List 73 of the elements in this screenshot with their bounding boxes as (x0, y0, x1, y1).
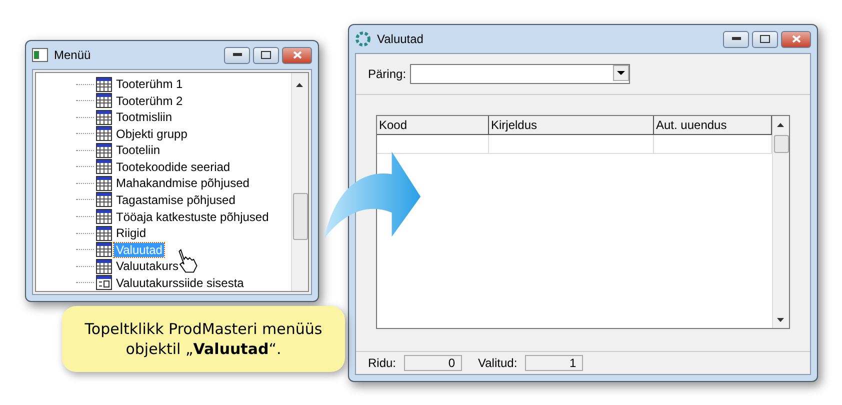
item-label: Valuutakurs (115, 259, 180, 274)
item-label: Valuutakurssiide sisesta (115, 276, 245, 290)
grid-icon (96, 209, 112, 224)
scroll-thumb[interactable] (293, 193, 308, 240)
hand-cursor-icon (176, 248, 200, 274)
minimize-icon (232, 53, 242, 57)
grid-icon (96, 76, 112, 92)
item-label: Objekti grupp (115, 126, 188, 141)
maximize-icon (760, 35, 770, 43)
grid-icon (96, 176, 112, 191)
tree-item[interactable]: Tootekoodide seeriad (76, 158, 232, 176)
dropdown-button[interactable] (613, 65, 630, 81)
grid-icon (96, 93, 112, 108)
grid-icon (96, 110, 112, 125)
item-label: Tooterühm 2 (115, 94, 184, 108)
gear-icon (355, 31, 371, 47)
status-label: Ridu: (368, 356, 396, 370)
query-dropdown[interactable] (410, 64, 630, 84)
tree-item[interactable]: Tooterühm 2 (76, 92, 185, 110)
query-label: Päring: (368, 67, 406, 81)
tree-item[interactable]: Mahakandmise põhjused (76, 175, 252, 192)
tree-item[interactable]: Valuutakurs (76, 258, 180, 274)
tree-item[interactable]: Tootmisliin (76, 109, 174, 126)
maximize-icon (261, 51, 271, 59)
grid-icon (96, 258, 112, 274)
status-label: Valitud: (478, 356, 518, 370)
grid-icon (96, 159, 112, 174)
window-title: Menüü (54, 48, 92, 62)
column-header[interactable]: Kood (377, 116, 489, 134)
caret-icon (617, 71, 626, 75)
item-label: Riigid (115, 226, 148, 240)
grid-icon (96, 192, 112, 208)
status-value: 1 (525, 355, 584, 371)
tree-item[interactable]: Objekti grupp (76, 126, 190, 142)
maximize-button[interactable] (752, 30, 778, 48)
tree-item[interactable]: Valuutakurssiide sisesta (76, 274, 246, 291)
column-header[interactable]: Kirjeldus (489, 116, 654, 134)
window-icon (32, 48, 48, 62)
scrollbar[interactable] (291, 73, 308, 291)
callout-text: Topeltklikk ProdMasteri menüüs objektil „Valuutad“. (62, 306, 345, 372)
window-title: Valuutad (377, 32, 424, 46)
minimize-icon (732, 37, 740, 41)
maximize-button[interactable] (253, 46, 279, 64)
item-label: Tootmisliin (115, 110, 174, 124)
status-value: 0 (404, 355, 462, 371)
tree-item[interactable]: Tooterühm 1 (76, 76, 185, 93)
scroll-up-icon (296, 83, 303, 87)
item-label: Tagastamise põhjused (115, 192, 236, 207)
scroll-thumb[interactable] (774, 135, 789, 153)
tree-item[interactable]: Tagastamise põhjused (76, 192, 238, 208)
close-button[interactable] (282, 46, 312, 64)
item-label: Mahakandmise põhjused (115, 176, 250, 190)
tree-item[interactable]: Tooteliin (76, 142, 162, 159)
minimize-button[interactable] (723, 30, 749, 48)
item-label: Tooterühm 1 (115, 77, 184, 92)
scroll-up-icon (777, 123, 784, 127)
item-label: Valuutad (114, 242, 164, 257)
tree-item[interactable]: Tööaja katkestuste põhjused (76, 208, 271, 225)
grid-icon (96, 126, 112, 142)
grid-icon (96, 142, 112, 158)
close-icon (292, 51, 302, 59)
grid-icon (96, 242, 112, 258)
minimize-button[interactable] (224, 46, 250, 64)
close-icon (792, 35, 800, 43)
curved-arrow-icon (322, 150, 422, 240)
item-label: Tööaja katkestuste põhjused (115, 210, 270, 224)
scrollbar[interactable] (772, 116, 789, 328)
scroll-down-icon (777, 318, 784, 322)
tree-item[interactable]: Riigid (76, 224, 148, 242)
grid-icon (96, 226, 112, 241)
close-button[interactable] (781, 30, 811, 48)
item-label: Tootekoodide seeriad (115, 160, 232, 174)
item-label: Tooteliin (115, 143, 162, 158)
